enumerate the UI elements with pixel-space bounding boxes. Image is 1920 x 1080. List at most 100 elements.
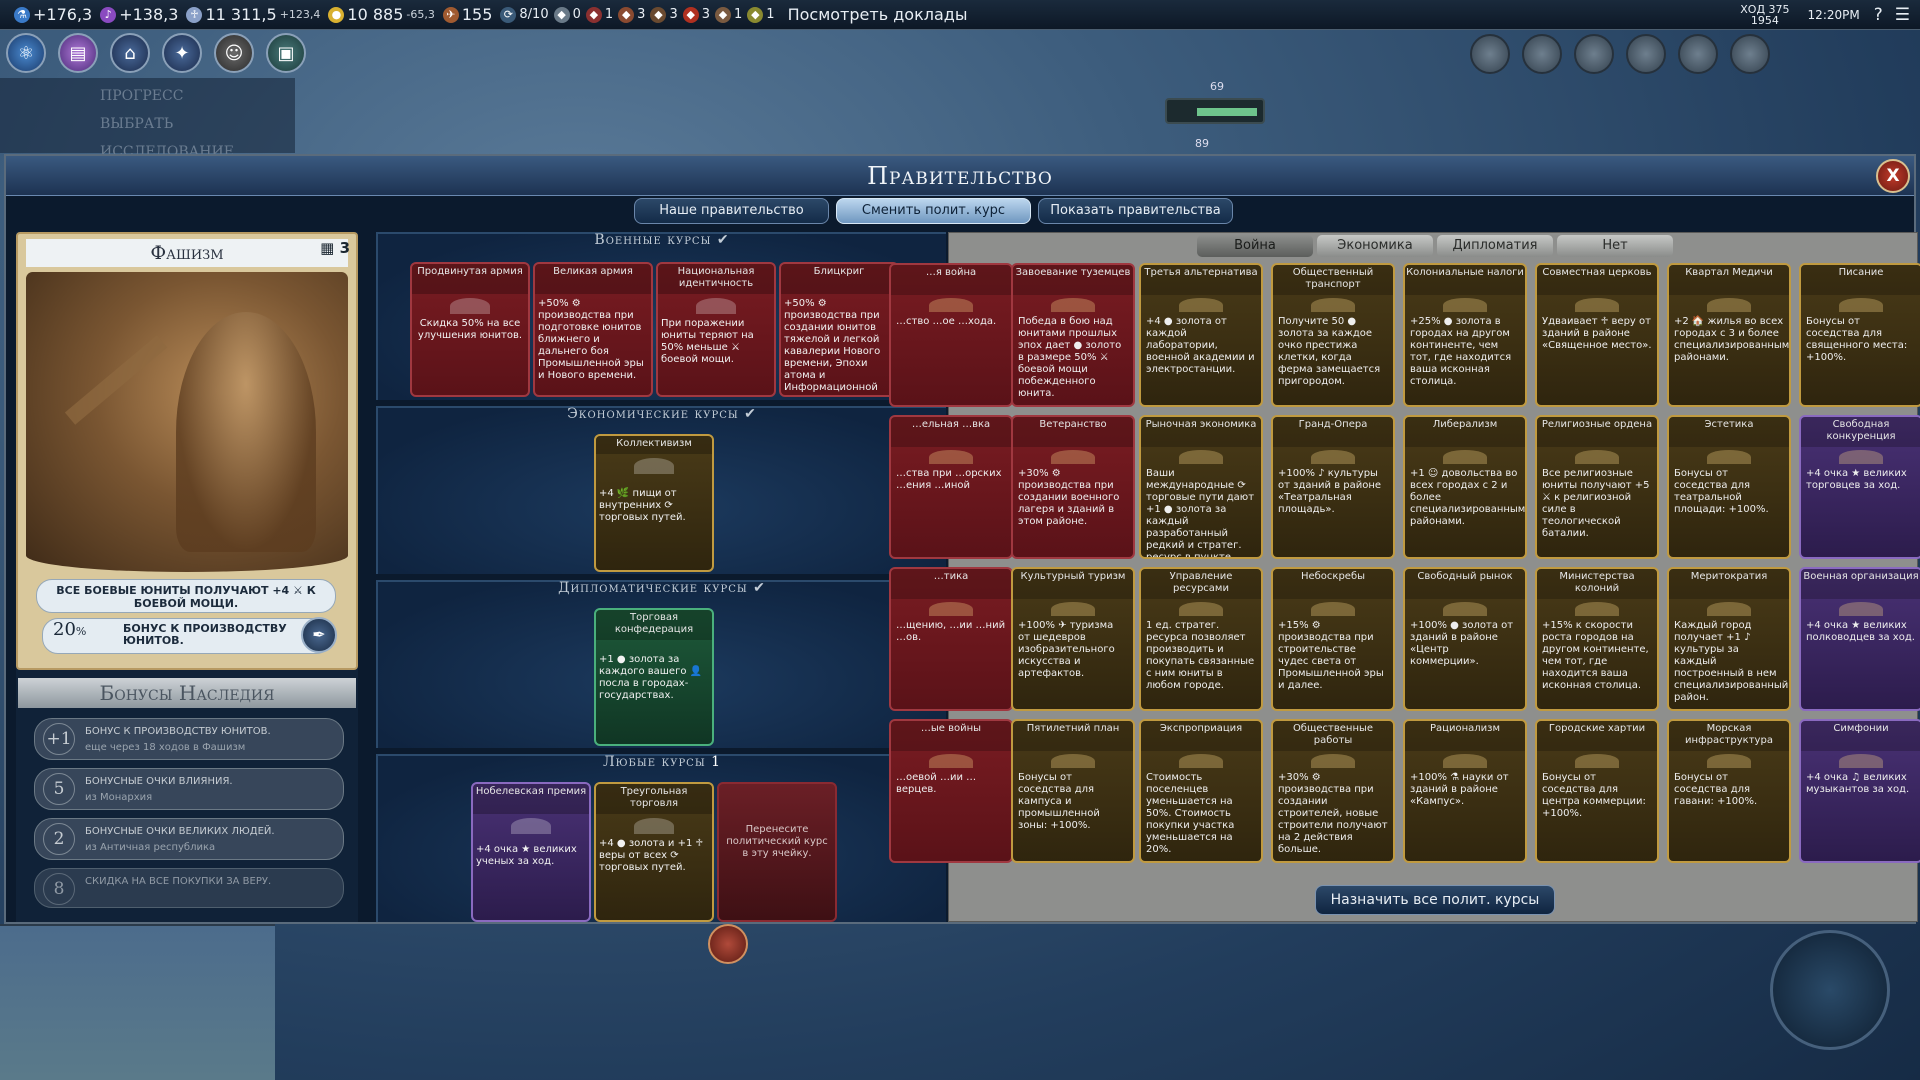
policy-card[interactable]: Культурный туризм +100% ✈ туризма от шеде…	[1011, 567, 1135, 711]
help-button[interactable]: ?	[1874, 5, 1883, 25]
government-icon[interactable]: ⌂	[110, 33, 150, 73]
filter-economic[interactable]: Экономика	[1317, 235, 1433, 257]
city-banner[interactable]	[1165, 98, 1265, 124]
policy-card-slotted[interactable]: Блицкриг +50% ⚙ производства при создании…	[779, 262, 899, 397]
policy-card-slotted[interactable]: Нобелевская премия +4 очка ★ великих учен…	[471, 782, 591, 922]
resource-count[interactable]: ◆ 3	[618, 6, 645, 23]
policy-card[interactable]: Свободный рынок +100% ● золота от зданий …	[1403, 567, 1527, 711]
policy-card[interactable]: Свободная конкуренция +4 очка ★ великих т…	[1799, 415, 1920, 559]
policy-card[interactable]: …ельная …вка …ства при …орских …ения …ино…	[889, 415, 1013, 559]
launch-bar: ⚛ ▤ ⌂ ✦ ☺ ▣	[6, 30, 318, 76]
resource-count[interactable]: ◆ 1	[747, 6, 775, 23]
policy-card-description: Бонусы от соседства для театральной площ…	[1674, 468, 1769, 515]
leader-avatar[interactable]	[1626, 34, 1666, 74]
government-illustration	[26, 272, 348, 572]
minimap[interactable]	[0, 924, 275, 1080]
policy-card[interactable]: Завоевание туземцев Победа в бою над юнит…	[1011, 263, 1135, 407]
policy-filter-tabs: Война Экономика Дипломатия Нет	[1197, 235, 1677, 257]
policy-card[interactable]: Управление ресурсами 1 ед. стратег. ресур…	[1139, 567, 1263, 711]
map-pin-icon[interactable]	[708, 924, 748, 964]
policy-card-title: Общественный транспорт	[1273, 265, 1393, 295]
policy-card[interactable]: Ветеранство +30% ⚙ производства при созда…	[1011, 415, 1135, 559]
policy-card[interactable]: Гранд-Опера +100% ♪ культуры от зданий в …	[1271, 415, 1395, 559]
policy-card[interactable]: …я война …ство …ое …хода.	[889, 263, 1013, 407]
tab-our-government[interactable]: Наше правительство	[634, 198, 829, 224]
resource-count[interactable]: ◆ 1	[585, 6, 613, 23]
policy-card[interactable]: Совместная церковь Удваивает ♱ веру от зд…	[1535, 263, 1659, 407]
policy-card[interactable]: Либерализм +1 ☺ довольства во всех города…	[1403, 415, 1527, 559]
leader-avatar[interactable]	[1574, 34, 1614, 74]
view-reports-link[interactable]: Посмотреть доклады	[788, 5, 968, 24]
faith-yield[interactable]: ♱ 11 311,5 +123,4	[186, 5, 320, 24]
policy-card[interactable]: Экспроприация Стоимость поселенцев уменьш…	[1139, 719, 1263, 863]
resource-icon: ◆	[618, 6, 635, 23]
science-yield[interactable]: ⚗ +176,3	[14, 5, 92, 24]
policy-card[interactable]: Военная организация +4 очка ★ великих пол…	[1799, 567, 1920, 711]
resource-count[interactable]: ◆ 3	[650, 6, 678, 23]
policy-card[interactable]: Религиозные ордена Все религиозные юниты …	[1535, 415, 1659, 559]
policy-card-description: …оевой …ии …верцев.	[896, 772, 977, 795]
policy-card[interactable]: Пятилетний план Бонусы от соседства для к…	[1011, 719, 1135, 863]
close-button[interactable]: X	[1876, 159, 1910, 193]
policy-card[interactable]: Эстетика Бонусы от соседства для театраль…	[1667, 415, 1791, 559]
policy-card[interactable]: Колониальные налоги +25% ● золота в город…	[1403, 263, 1527, 407]
policy-card-slotted[interactable]: Треугольная торговля +4 ● золота и +1 ♱ в…	[594, 782, 714, 922]
empty-policy-slot[interactable]: Перенесите политический курс в эту ячейк…	[717, 782, 837, 922]
policy-card-title: …тика	[891, 569, 1011, 599]
policy-emblem-icon	[1707, 754, 1751, 768]
policy-card[interactable]: Общественный транспорт Получите 50 ● золо…	[1271, 263, 1395, 407]
policy-card[interactable]: Небоскребы +15% ⚙ производства при строит…	[1271, 567, 1395, 711]
filter-diplomatic[interactable]: Дипломатия	[1437, 235, 1553, 257]
policy-card[interactable]: Писание Бонусы от соседства для священног…	[1799, 263, 1920, 407]
resource-count[interactable]: ◆ 3	[682, 6, 710, 23]
trade-routes[interactable]: ⟳ 8/10	[500, 6, 549, 23]
policy-card-description: +100% ⚗ науки от зданий в районе «Кампус…	[1410, 772, 1509, 807]
menu-button[interactable]: ☰	[1895, 5, 1910, 25]
great-works-icon[interactable]: ▣	[266, 33, 306, 73]
science-tree-icon[interactable]: ⚛	[6, 33, 46, 73]
tourism-yield[interactable]: ✈ 155	[442, 5, 492, 24]
unit-action-button[interactable]	[1770, 930, 1890, 1050]
policy-card-slotted[interactable]: Коллективизм +4 🌿 пищи от внутренних ⟳ то…	[594, 434, 714, 572]
policy-card[interactable]: Рыночная экономика Ваши международные ⟳ т…	[1139, 415, 1263, 559]
resource-count[interactable]: ◆ 0	[553, 6, 581, 23]
civics-tree-icon[interactable]: ▤	[58, 33, 98, 73]
policy-card[interactable]: …ые войны …оевой …ии …верцев.	[889, 719, 1013, 863]
policy-card[interactable]: Симфонии +4 очка ♫ великих музыкантов за …	[1799, 719, 1920, 863]
leader-avatar[interactable]	[1470, 34, 1510, 74]
policy-card-slotted[interactable]: Национальная идентичность При поражении ю…	[656, 262, 776, 397]
policy-emblem-icon	[1443, 754, 1487, 768]
policy-card[interactable]: Министерства колоний +15% к скорости рост…	[1535, 567, 1659, 711]
policy-card[interactable]: Общественные работы +30% ⚙ производства п…	[1271, 719, 1395, 863]
policy-card[interactable]: Третья альтернатива +4 ● золота от каждой…	[1139, 263, 1263, 407]
culture-yield[interactable]: ♪ +138,3	[100, 5, 178, 24]
policy-card-slotted[interactable]: Продвинутая армия Скидка 50% на все улучш…	[410, 262, 530, 397]
leader-avatar[interactable]	[1522, 34, 1562, 74]
policy-card-description: +25% ● золота в городах на другом контин…	[1410, 316, 1512, 387]
filter-none[interactable]: Нет	[1557, 235, 1673, 257]
policy-card[interactable]: Меритократия Каждый город получает +1 ♪ к…	[1667, 567, 1791, 711]
policy-card-description: Бонусы от соседства для кампуса и промыш…	[1018, 772, 1100, 831]
assign-all-policies-button[interactable]: Назначить все полит. курсы	[1315, 885, 1555, 915]
policy-card-slotted[interactable]: Великая армия +50% ⚙ производства при под…	[533, 262, 653, 397]
tab-show-governments[interactable]: Показать правительства	[1038, 198, 1233, 224]
resource-count[interactable]: ◆ 1	[715, 6, 742, 23]
great-people-icon[interactable]: ☺	[214, 33, 254, 73]
policy-card[interactable]: Городские хартии Бонусы от соседства для …	[1535, 719, 1659, 863]
policy-card-description: 1 ед. стратег. ресурса позволяет произво…	[1146, 620, 1255, 691]
resource-icon: ◆	[585, 6, 602, 23]
policy-card[interactable]: Морская инфраструктура Бонусы от соседств…	[1667, 719, 1791, 863]
research-panel[interactable]: ПРОГРЕСС ВЫБРАТЬ ИССЛЕДОВАНИЕ	[0, 78, 295, 160]
policy-card-slotted[interactable]: Торговая конфедерация +1 ● золота за кажд…	[594, 608, 714, 746]
policy-card[interactable]: Рационализм +100% ⚗ науки от зданий в рай…	[1403, 719, 1527, 863]
religion-icon[interactable]: ✦	[162, 33, 202, 73]
policy-card[interactable]: Квартал Медичи +2 🏠 жилья во всех городах…	[1667, 263, 1791, 407]
filter-military[interactable]: Война	[1197, 235, 1313, 257]
gold-yield[interactable]: ● 10 885 -65,3	[328, 5, 435, 24]
tab-change-policies[interactable]: Сменить полит. курс	[836, 198, 1031, 224]
government-card[interactable]: Фашизм ▦ 3 ВСЕ БОЕВЫЕ ЮНИТЫ ПОЛУЧАЮТ +4 …	[16, 232, 358, 670]
leader-avatar[interactable]	[1730, 34, 1770, 74]
policy-card-title: Небоскребы	[1273, 569, 1393, 599]
leader-avatar[interactable]	[1678, 34, 1718, 74]
policy-card[interactable]: …тика …щению, …ии …ний …ов.	[889, 567, 1013, 711]
